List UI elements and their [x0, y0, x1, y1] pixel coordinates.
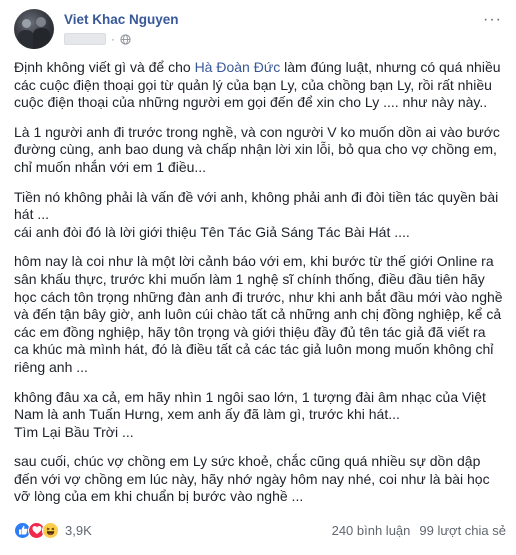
post-footer: 3,9K 240 bình luận 99 lượt chia sẻ [14, 520, 506, 540]
mention-link[interactable]: Hà Đoàn Đức [195, 59, 281, 75]
haha-icon[interactable] [42, 521, 59, 539]
avatar[interactable] [14, 9, 54, 49]
paragraph-6: không đâu xa cả, em hãy nhìn 1 ngôi sao … [14, 388, 486, 423]
paragraph-5: hôm nay là coi như là một lời cảnh báo v… [14, 253, 503, 375]
post-stats: 240 bình luận 99 lượt chia sẻ [332, 523, 506, 538]
timestamp-redacted[interactable] [64, 33, 106, 45]
reaction-count[interactable]: 3,9K [65, 523, 92, 538]
meta-separator: · [111, 32, 115, 46]
paragraph-4: cái anh đòi đó là lời giới thiệu Tên Tác… [14, 223, 410, 240]
author-name[interactable]: Viet Khac Nguyen [64, 12, 179, 27]
paragraph-2: Là 1 người anh đi trước trong nghề, và c… [14, 123, 500, 175]
reactions[interactable] [14, 521, 59, 539]
globe-icon[interactable] [120, 33, 131, 45]
facebook-post: Viet Khac Nguyen · ··· Định không viết g… [0, 0, 516, 555]
p1-text-before: Định không viết gì và để cho [14, 59, 195, 75]
shares-count-link[interactable]: 99 lượt chia sẻ [419, 523, 506, 538]
post-body: Định không viết gì và để cho Hà Đoàn Đức… [14, 59, 506, 518]
paragraph-8: sau cuối, chúc vợ chồng em Ly sức khoẻ, … [14, 453, 490, 505]
paragraph-7: Tìm Lại Bầu Trời ... [14, 423, 134, 440]
more-options-icon[interactable]: ··· [483, 11, 502, 29]
post-header: Viet Khac Nguyen · ··· [14, 9, 506, 51]
paragraph-3: Tiền nó không phải là vấn đề với anh, kh… [14, 188, 499, 223]
post-meta: · [64, 32, 131, 46]
paragraph-1: Định không viết gì và để cho Hà Đoàn Đức… [14, 59, 506, 112]
comments-count-link[interactable]: 240 bình luận [332, 523, 411, 538]
